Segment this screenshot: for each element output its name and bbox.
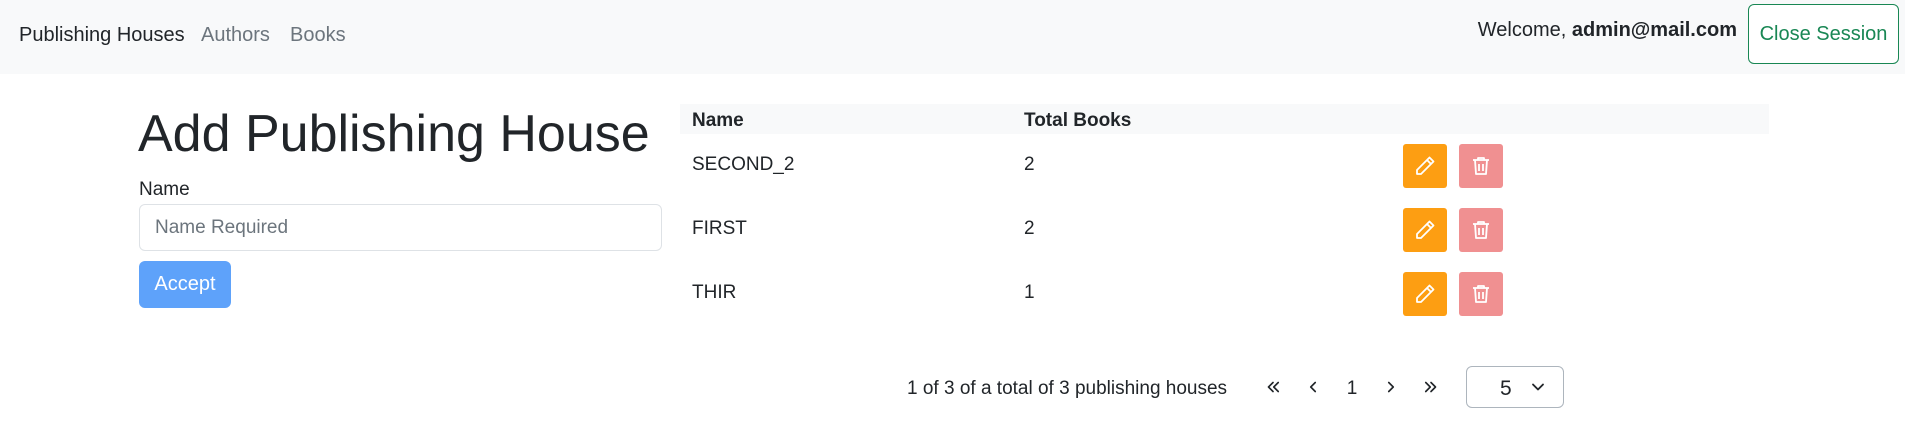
name-label: Name <box>139 179 190 200</box>
row-total-books: 1 <box>1024 282 1035 303</box>
first-page-button[interactable] <box>1258 372 1288 402</box>
chevron-right-icon <box>1387 381 1395 393</box>
trash-icon <box>1473 157 1489 175</box>
column-header-name: Name <box>692 110 744 131</box>
delete-button[interactable] <box>1459 208 1503 252</box>
column-header-total-books: Total Books <box>1024 110 1132 131</box>
pencil-icon <box>1416 284 1435 303</box>
nav-link-books[interactable]: Books <box>290 24 346 47</box>
row-name: FIRST <box>692 218 747 239</box>
page-size-value: 5 <box>1500 377 1512 400</box>
nav-link-authors[interactable]: Authors <box>201 24 270 47</box>
welcome-prefix: Welcome, <box>1477 19 1567 41</box>
double-chevron-right-icon <box>1424 381 1437 393</box>
table-row: FIRST 2 <box>680 198 1769 262</box>
name-input[interactable] <box>139 204 662 251</box>
edit-button[interactable] <box>1403 208 1447 252</box>
pencil-icon <box>1416 156 1435 175</box>
chevron-down-icon <box>1532 383 1544 391</box>
table-row: SECOND_2 2 <box>680 134 1769 198</box>
page-title: Add Publishing House <box>138 105 650 163</box>
table-row: THIR 1 <box>680 262 1769 326</box>
delete-button[interactable] <box>1459 272 1503 316</box>
last-page-button[interactable] <box>1416 372 1446 402</box>
chevron-left-icon <box>1309 381 1317 393</box>
delete-button[interactable] <box>1459 144 1503 188</box>
user-email: admin@mail.com <box>1571 19 1737 41</box>
pagination-info: 1 of 3 of a total of 3 publishing houses <box>907 378 1228 399</box>
previous-page-button[interactable] <box>1298 372 1328 402</box>
edit-button[interactable] <box>1403 272 1447 316</box>
accept-button[interactable]: Accept <box>139 261 231 308</box>
top-navbar: Publishing Houses Authors Books Welcome,… <box>0 0 1905 74</box>
next-page-button[interactable] <box>1376 372 1406 402</box>
nav-brand-publishing-houses[interactable]: Publishing Houses <box>19 24 185 47</box>
edit-button[interactable] <box>1403 144 1447 188</box>
row-total-books: 2 <box>1024 154 1035 175</box>
row-name: THIR <box>692 282 737 303</box>
row-total-books: 2 <box>1024 218 1035 239</box>
row-name: SECOND_2 <box>692 154 795 175</box>
pencil-icon <box>1416 220 1435 239</box>
close-session-button[interactable]: Close Session <box>1748 4 1899 64</box>
table-header: Name Total Books <box>680 104 1769 134</box>
page-size-select[interactable]: 5 <box>1466 366 1564 408</box>
trash-icon <box>1473 285 1489 303</box>
welcome-message: Welcome, admin@mail.com <box>1478 19 1737 42</box>
trash-icon <box>1473 221 1489 239</box>
double-chevron-left-icon <box>1267 381 1280 393</box>
current-page-number[interactable]: 1 <box>1337 378 1367 400</box>
